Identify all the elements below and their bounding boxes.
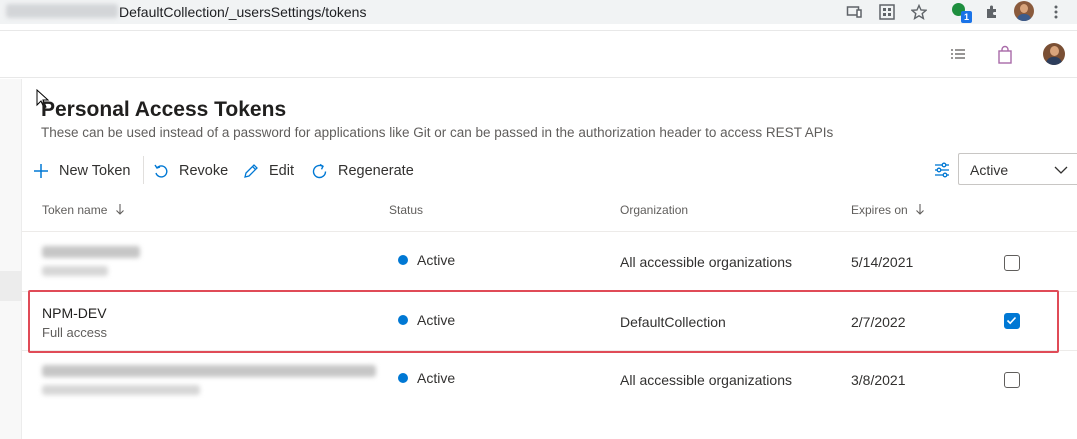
column-header-expires-on[interactable]: Expires on <box>851 203 925 217</box>
new-token-button[interactable]: New Token <box>33 160 130 182</box>
row-checkbox[interactable] <box>1004 255 1020 271</box>
puzzle-icon[interactable] <box>984 4 1000 20</box>
status-filter-value: Active <box>970 162 1009 178</box>
url-host-redacted <box>6 4 118 18</box>
new-token-label: New Token <box>59 163 131 179</box>
column-header-organization[interactable]: Organization <box>620 203 688 217</box>
extension-badge-count: 1 <box>961 11 972 23</box>
page-title: Personal Access Tokens <box>41 98 287 121</box>
redacted-token-name <box>42 365 376 377</box>
extension-badge-icon[interactable]: 1 <box>952 3 972 23</box>
redacted-token-scope <box>42 266 108 276</box>
task-list-icon[interactable] <box>948 45 968 65</box>
refresh-icon <box>312 163 327 178</box>
expires-text: 5/14/2021 <box>851 254 914 270</box>
edit-label: Edit <box>269 163 294 179</box>
table-row[interactable]: Active All accessible organizations 5/14… <box>22 232 1077 290</box>
toolbar-divider <box>143 156 144 184</box>
status-text: Active <box>417 312 456 328</box>
left-nav-rail <box>0 79 22 439</box>
column-header-status[interactable]: Status <box>389 203 423 217</box>
organization-text: All accessible organizations <box>620 254 792 270</box>
status-filter-dropdown[interactable]: Active <box>958 153 1077 185</box>
sort-descending-icon <box>916 204 924 215</box>
regenerate-button[interactable]: Regenerate <box>311 160 414 182</box>
organization-text: All accessible organizations <box>620 372 792 388</box>
profile-icon[interactable] <box>1014 1 1034 21</box>
qr-icon[interactable] <box>879 4 895 20</box>
user-avatar[interactable] <box>1043 43 1065 65</box>
chevron-down-icon <box>1054 166 1068 174</box>
row-checkbox-checked[interactable] <box>1004 313 1020 329</box>
checkmark-icon <box>1006 316 1017 325</box>
regenerate-label: Regenerate <box>338 163 414 179</box>
status-text: Active <box>417 370 456 386</box>
token-name: NPM-DEV <box>42 305 107 321</box>
url-field[interactable]: DefaultCollection/_usersSettings/tokens <box>0 0 830 24</box>
cast-icon[interactable] <box>846 4 862 20</box>
pencil-icon <box>244 164 258 178</box>
marketplace-bag-icon[interactable] <box>995 45 1015 65</box>
left-nav-selected-item[interactable] <box>0 271 22 301</box>
filter-settings-icon[interactable] <box>933 161 951 179</box>
table-row[interactable]: Active All accessible organizations 3/8/… <box>22 351 1077 409</box>
edit-button[interactable]: Edit <box>243 160 294 182</box>
column-header-token-name[interactable]: Token name <box>42 203 125 217</box>
expires-text: 3/8/2021 <box>851 372 906 388</box>
star-icon[interactable] <box>911 4 927 20</box>
undo-icon <box>154 164 168 178</box>
row-checkbox[interactable] <box>1004 372 1020 388</box>
sort-descending-icon <box>115 204 124 215</box>
status-dot-icon <box>398 255 408 265</box>
organization-text: DefaultCollection <box>620 314 726 330</box>
revoke-label: Revoke <box>179 163 229 179</box>
plus-icon <box>34 164 48 178</box>
redacted-token-scope <box>42 385 200 395</box>
kebab-menu-icon[interactable] <box>1048 4 1064 20</box>
app-header <box>0 30 1077 78</box>
url-path: DefaultCollection/_usersSettings/tokens <box>119 4 367 20</box>
status-dot-icon <box>398 315 408 325</box>
expires-text: 2/7/2022 <box>851 314 906 330</box>
page-subtitle: These can be used instead of a password … <box>41 125 834 140</box>
table-row[interactable]: NPM-DEV Full access Active DefaultCollec… <box>22 292 1077 350</box>
revoke-button[interactable]: Revoke <box>153 160 228 182</box>
browser-address-bar: DefaultCollection/_usersSettings/tokens … <box>0 0 1077 24</box>
token-scope: Full access <box>42 325 108 340</box>
status-text: Active <box>417 252 456 268</box>
status-dot-icon <box>398 373 408 383</box>
redacted-token-name <box>42 246 140 258</box>
